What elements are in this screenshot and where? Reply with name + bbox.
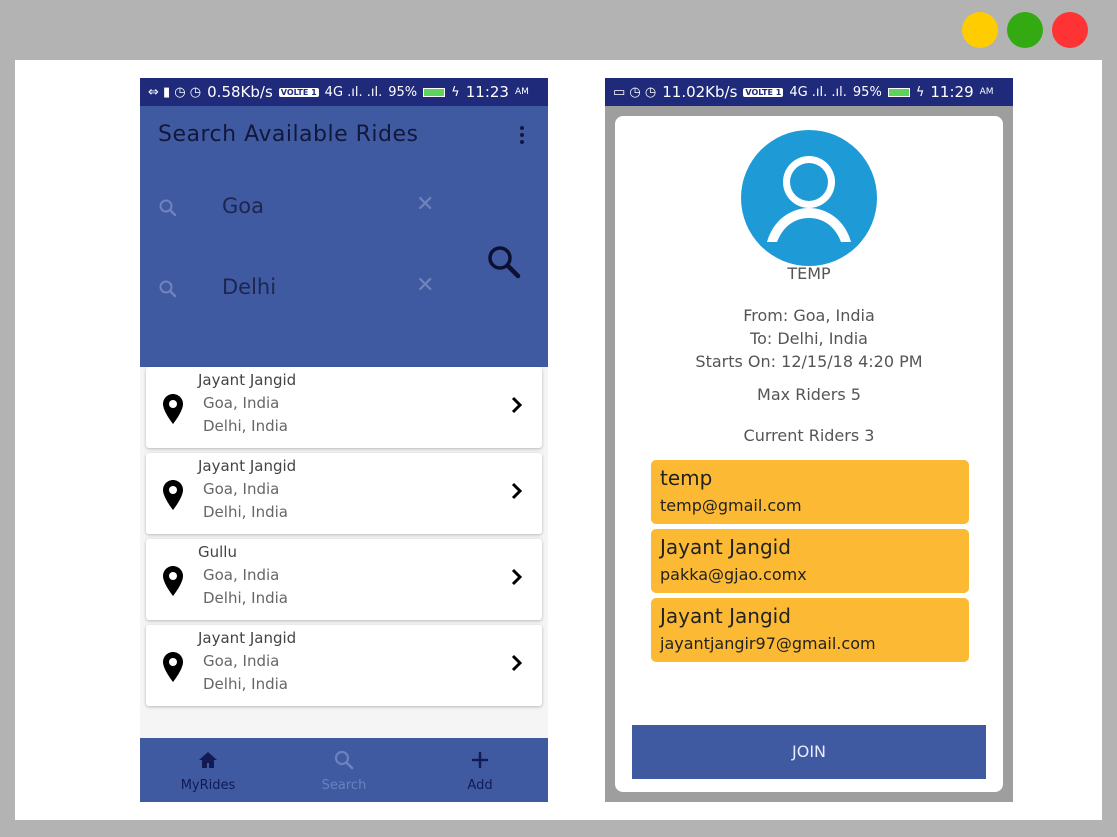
rider-name: Jayant Jangid — [660, 535, 791, 559]
list-item[interactable]: Jayant Jangid Goa, India Delhi, India — [146, 367, 542, 448]
ride-from: Goa, India — [203, 652, 280, 670]
search-header: Search Available Rides Goa ✕ Delhi ✕ — [140, 106, 548, 367]
nav-myrides-label: MyRides — [180, 778, 236, 793]
close-button[interactable] — [1052, 12, 1088, 48]
ride-to: Delhi, India — [203, 675, 288, 693]
rider-card: temp temp@gmail.com — [651, 460, 969, 524]
status-icons: ▭ ◷ ◷ — [613, 84, 657, 100]
charging-icon: ϟ — [451, 84, 460, 100]
minimize-button[interactable] — [962, 12, 998, 48]
status-bar: ▭ ◷ ◷ 11.02Kb/s VOLTE 1 4G .ıl. .ıl. 95%… — [605, 78, 1013, 106]
home-icon — [199, 752, 217, 768]
ride-driver-name: Jayant Jangid — [198, 457, 297, 475]
ride-detail-screen: ▭ ◷ ◷ 11.02Kb/s VOLTE 1 4G .ıl. .ıl. 95%… — [605, 78, 1013, 802]
nav-myrides[interactable]: MyRides — [158, 738, 258, 802]
join-button[interactable]: JOIN — [632, 725, 986, 779]
max-riders: Max Riders 5 — [757, 385, 861, 404]
rider-name: temp — [660, 466, 713, 490]
nav-search-label: Search — [321, 778, 367, 793]
ride-to: To: Delhi, India — [750, 329, 868, 348]
bottom-navigation: MyRides Search Add — [140, 738, 548, 802]
page-title: Search Available Rides — [158, 122, 419, 147]
location-pin-icon — [163, 480, 183, 510]
status-net-rate: 11.02Kb/s — [662, 83, 738, 101]
search-screen: ⇔ ▮ ◷ ◷ 0.58Kb/s VOLTE 1 4G .ıl. .ıl. 95… — [140, 78, 548, 802]
to-input-value[interactable]: Delhi — [222, 275, 276, 299]
from-input-value[interactable]: Goa — [222, 194, 264, 218]
status-battery-level: 95% — [852, 84, 882, 100]
ride-from: From: Goa, India — [743, 306, 875, 325]
rider-name: Jayant Jangid — [660, 604, 791, 628]
status-bar: ⇔ ▮ ◷ ◷ 0.58Kb/s VOLTE 1 4G .ıl. .ıl. 95… — [140, 78, 548, 106]
chevron-right-icon[interactable] — [510, 567, 524, 587]
search-icon — [159, 199, 177, 217]
status-time: 11:23 — [465, 83, 509, 101]
status-icons: ⇔ ▮ ◷ ◷ — [148, 84, 202, 100]
battery-icon — [423, 87, 446, 97]
status-volte: VOLTE 1 — [743, 87, 784, 97]
user-avatar-icon — [741, 130, 877, 266]
list-item[interactable]: Jayant Jangid Goa, India Delhi, India — [146, 625, 542, 706]
list-item[interactable]: Gullu Goa, India Delhi, India — [146, 539, 542, 620]
more-vert-icon[interactable] — [516, 124, 528, 148]
ride-start-time: Starts On: 12/15/18 4:20 PM — [695, 352, 923, 371]
plus-icon — [472, 752, 488, 768]
search-icon[interactable] — [484, 242, 524, 282]
status-signal: 4G .ıl. .ıl. — [324, 84, 383, 100]
nav-search[interactable]: Search — [294, 738, 394, 802]
location-pin-icon — [163, 652, 183, 682]
status-time: 11:29 — [930, 83, 974, 101]
from-search-field[interactable]: Goa ✕ — [158, 188, 438, 228]
rider-email: pakka@gjao.comx — [660, 565, 807, 584]
ride-from: Goa, India — [203, 394, 280, 412]
ride-to: Delhi, India — [203, 589, 288, 607]
rider-card: Jayant Jangid pakka@gjao.comx — [651, 529, 969, 593]
maximize-button[interactable] — [1007, 12, 1043, 48]
current-riders: Current Riders 3 — [743, 426, 875, 445]
ride-from: Goa, India — [203, 480, 280, 498]
ride-driver-name: Jayant Jangid — [198, 629, 297, 647]
ride-detail-card: TEMP From: Goa, India To: Delhi, India S… — [615, 116, 1003, 792]
ride-driver-name: Jayant Jangid — [198, 371, 297, 389]
user-name: TEMP — [787, 264, 831, 283]
ride-driver-name: Gullu — [198, 543, 237, 561]
search-icon — [159, 280, 177, 298]
window-frame: ⇔ ▮ ◷ ◷ 0.58Kb/s VOLTE 1 4G .ıl. .ıl. 95… — [0, 0, 1117, 837]
status-net-rate: 0.58Kb/s — [207, 83, 273, 101]
status-battery-level: 95% — [388, 84, 418, 100]
ride-to: Delhi, India — [203, 417, 288, 435]
to-search-field[interactable]: Delhi ✕ — [158, 269, 438, 309]
search-icon — [334, 750, 354, 770]
battery-icon — [887, 87, 910, 97]
rider-email: jayantjangir97@gmail.com — [660, 634, 876, 653]
nav-add-label: Add — [467, 778, 493, 793]
ride-to: Delhi, India — [203, 503, 288, 521]
location-pin-icon — [163, 566, 183, 596]
close-icon[interactable]: ✕ — [416, 273, 434, 298]
location-pin-icon — [163, 394, 183, 424]
chevron-right-icon[interactable] — [510, 653, 524, 673]
nav-add[interactable]: Add — [430, 738, 530, 802]
rider-card: Jayant Jangid jayantjangir97@gmail.com — [651, 598, 969, 662]
chevron-right-icon[interactable] — [510, 395, 524, 415]
status-signal: 4G .ıl. .ıl. — [789, 84, 847, 100]
status-ampm: AM — [979, 87, 994, 97]
charging-icon: ϟ — [915, 84, 925, 100]
rider-email: temp@gmail.com — [660, 496, 802, 515]
close-icon[interactable]: ✕ — [416, 192, 434, 217]
status-volte: VOLTE 1 — [278, 87, 319, 97]
chevron-right-icon[interactable] — [510, 481, 524, 501]
ride-from: Goa, India — [203, 566, 280, 584]
status-ampm: AM — [514, 87, 529, 97]
list-item[interactable]: Jayant Jangid Goa, India Delhi, India — [146, 453, 542, 534]
